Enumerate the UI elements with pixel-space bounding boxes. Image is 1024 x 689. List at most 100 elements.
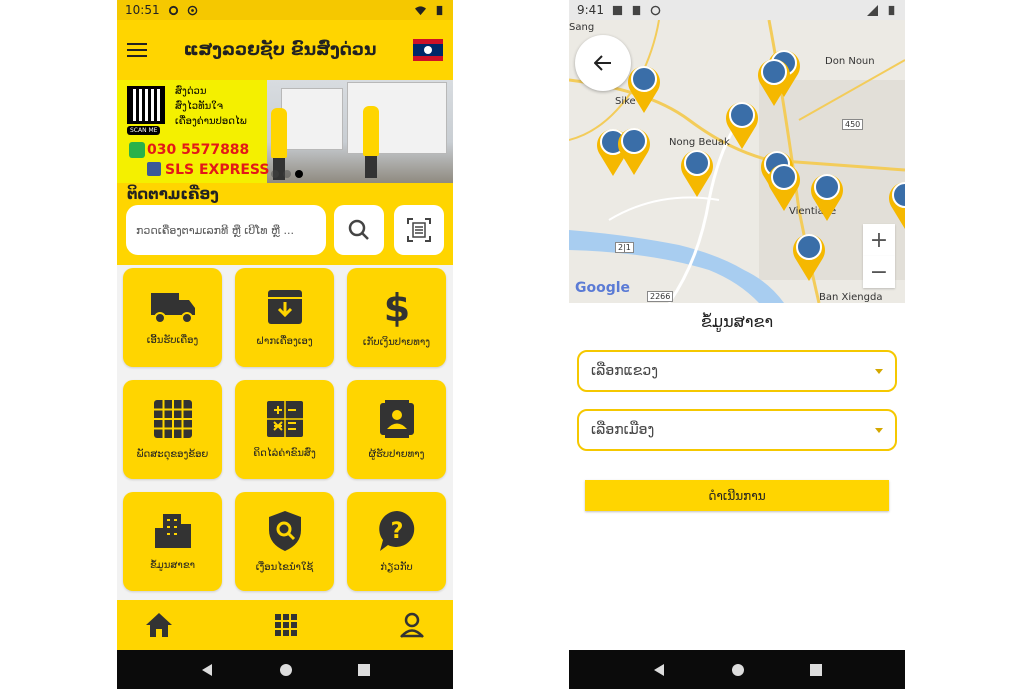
district-select-value: ເລືອກເມືອງ <box>591 422 655 438</box>
map-label: Don Noun <box>825 56 875 67</box>
branch-pin-icon[interactable] <box>724 98 760 150</box>
province-select[interactable]: ເລືອກແຂວງ <box>577 350 897 392</box>
app-bar: ແສງລວຍຊັບ ຂົນສົ່ງດ່ວນ <box>117 20 453 80</box>
tracking-section: ຕິດຕາມເຄື່ອງ ກວດເຄື່ອງຕາມເລກທີ ຫຼື ເບີໂທ… <box>117 183 453 265</box>
banner-phone: 030 5577888 <box>147 142 250 158</box>
app-title: ແສງລວຍຊັບ ຂົນສົ່ງດ່ວນ <box>183 40 377 60</box>
branch-pin-icon[interactable] <box>616 124 652 176</box>
branch-screen: 9:41 Sang Don Noun Sike Nong Beuak Vient… <box>569 0 905 689</box>
barcode-scan-icon <box>407 218 431 242</box>
district-select[interactable]: ເລືອກເມືອງ <box>577 409 897 451</box>
banner-tagline-3: ເຄື່ອງຄ່ານປອດໄພ <box>175 116 247 127</box>
svg-text:$: $ <box>383 287 409 327</box>
tile-label: ຝາກເຄື່ອງເອງ <box>256 336 313 347</box>
archive-icon <box>267 290 302 324</box>
google-attribution: Google <box>575 280 631 296</box>
status-time: 10:51 <box>125 3 160 17</box>
zoom-out-button[interactable]: − <box>863 256 895 288</box>
recents-nav-icon[interactable] <box>358 663 371 676</box>
tile-request-pickup[interactable]: ເອີ້ນຮັບເຄື່ອງ <box>123 268 222 367</box>
tile-label: ຜູ້ຮັບປາຍທາງ <box>368 449 425 460</box>
back-nav-icon[interactable] <box>200 663 214 677</box>
tile-drop-off[interactable]: ຝາກເຄື່ອງເອງ <box>235 268 334 367</box>
qr-code-icon <box>127 86 165 124</box>
road-number: 2266 <box>647 291 674 302</box>
back-nav-icon[interactable] <box>652 663 666 677</box>
home-nav-icon[interactable] <box>279 663 293 677</box>
whatsapp-icon <box>129 142 145 158</box>
sd-card-icon <box>632 5 641 15</box>
facebook-icon <box>147 162 161 176</box>
carousel-indicator[interactable] <box>271 170 303 178</box>
help-icon: ? <box>378 511 414 551</box>
tile-label: ເງື່ອນໄຂນຳໃຊ້ <box>255 562 314 573</box>
branch-pin-icon[interactable] <box>626 62 662 114</box>
shield-search-icon <box>268 511 301 551</box>
status-bar: 9:41 <box>569 0 905 20</box>
recents-nav-icon[interactable] <box>810 663 823 676</box>
grid-icon <box>153 400 192 438</box>
calculator-icon <box>266 401 303 437</box>
svg-text:?: ? <box>390 519 403 544</box>
sync-status-icon <box>187 5 197 15</box>
tile-label: ເອີ້ນຮັບເຄື່ອງ <box>146 335 199 346</box>
tile-branch-info[interactable]: ຂໍ້ມູນສາຂາ <box>123 492 222 591</box>
proceed-button[interactable]: ດຳເນີນການ <box>585 480 889 511</box>
zoom-in-button[interactable]: + <box>863 224 895 256</box>
tracking-label: ຕິດຕາມເຄື່ອງ <box>127 185 219 203</box>
settings-status-icon <box>168 5 178 15</box>
battery-icon <box>436 5 443 15</box>
branch-pin-icon[interactable] <box>766 160 802 212</box>
branch-map[interactable]: Sang Don Noun Sike Nong Beuak Vientiane … <box>569 20 905 303</box>
map-label: Sang <box>569 22 595 33</box>
status-time: 9:41 <box>577 3 604 17</box>
tile-my-parcels[interactable]: ພັດສະດຸຂອງຂ້ອຍ <box>123 380 222 479</box>
menu-grid: ເອີ້ນຮັບເຄື່ອງ ຝາກເຄື່ອງເອງ $ ເກັບເງິນປາ… <box>123 268 447 591</box>
caret-down-icon <box>875 427 883 433</box>
banner-tagline-2: ສົ່ງໄວທັນໃຈ <box>175 101 223 112</box>
tile-terms[interactable]: ເງື່ອນໄຂນຳໃຊ້ <box>235 492 334 591</box>
apps-icon[interactable] <box>274 613 298 637</box>
banner-brand: SLS EXPRESS <box>165 162 270 178</box>
home-screen: 10:51 ແສງລວຍຊັບ ຂົນສົ່ງດ່ວນ SCAN ME ສົ່ງ… <box>117 0 453 689</box>
branch-pin-icon[interactable] <box>809 170 845 222</box>
home-nav-icon[interactable] <box>731 663 745 677</box>
back-button[interactable] <box>575 35 631 91</box>
map-label: Ban Xiengda <box>819 292 883 303</box>
scan-button[interactable] <box>394 205 444 255</box>
branch-pin-icon[interactable] <box>887 178 905 230</box>
bottom-nav <box>117 600 453 650</box>
road-number: 2|1 <box>615 242 634 253</box>
tile-cod[interactable]: $ ເກັບເງິນປາຍທາງ <box>347 268 446 367</box>
branch-pin-icon[interactable] <box>679 146 715 198</box>
tile-recipient[interactable]: ຜູ້ຮັບປາຍທາງ <box>347 380 446 479</box>
tile-label: ກ່ຽວກັບ <box>380 562 413 573</box>
wifi-icon <box>415 5 426 15</box>
system-nav-bar <box>117 650 453 689</box>
signal-icon <box>867 4 878 16</box>
tile-shipping-calculator[interactable]: ຄິດໄລ່ຄ່າຂົນສົ່ງ <box>235 380 334 479</box>
branch-pin-icon[interactable] <box>791 230 827 282</box>
promo-banner[interactable]: SCAN ME ສົ່ງດ່ວນ ສົ່ງໄວທັນໃຈ ເຄື່ອງຄ່ານປ… <box>117 80 453 183</box>
menu-icon[interactable] <box>127 43 147 57</box>
tile-label: ຂໍ້ມູນສາຂາ <box>149 560 196 571</box>
tile-label: ເກັບເງິນປາຍທາງ <box>362 337 431 348</box>
building-icon <box>154 514 191 548</box>
profile-icon[interactable] <box>399 612 425 638</box>
battery-icon <box>888 5 895 15</box>
system-nav-bar <box>569 650 905 689</box>
road-number: 450 <box>842 119 864 130</box>
tracking-search-input[interactable]: ກວດເຄື່ອງຕາມເລກທີ ຫຼື ເບີໂທ ຫຼື ... <box>126 205 326 255</box>
qr-scan-label: SCAN ME <box>127 126 161 135</box>
search-button[interactable] <box>334 205 384 255</box>
dollar-icon: $ <box>383 287 409 327</box>
truck-icon <box>150 293 195 324</box>
tile-about[interactable]: ? ກ່ຽວກັບ <box>347 492 446 591</box>
branch-pin-icon[interactable] <box>756 55 792 107</box>
laos-flag-icon[interactable] <box>413 39 443 61</box>
trucks-photo <box>267 80 453 183</box>
sync-status-icon <box>650 5 661 15</box>
home-icon[interactable] <box>145 612 173 638</box>
province-select-value: ເລືອກແຂວງ <box>591 363 658 379</box>
caret-down-icon <box>875 368 883 374</box>
